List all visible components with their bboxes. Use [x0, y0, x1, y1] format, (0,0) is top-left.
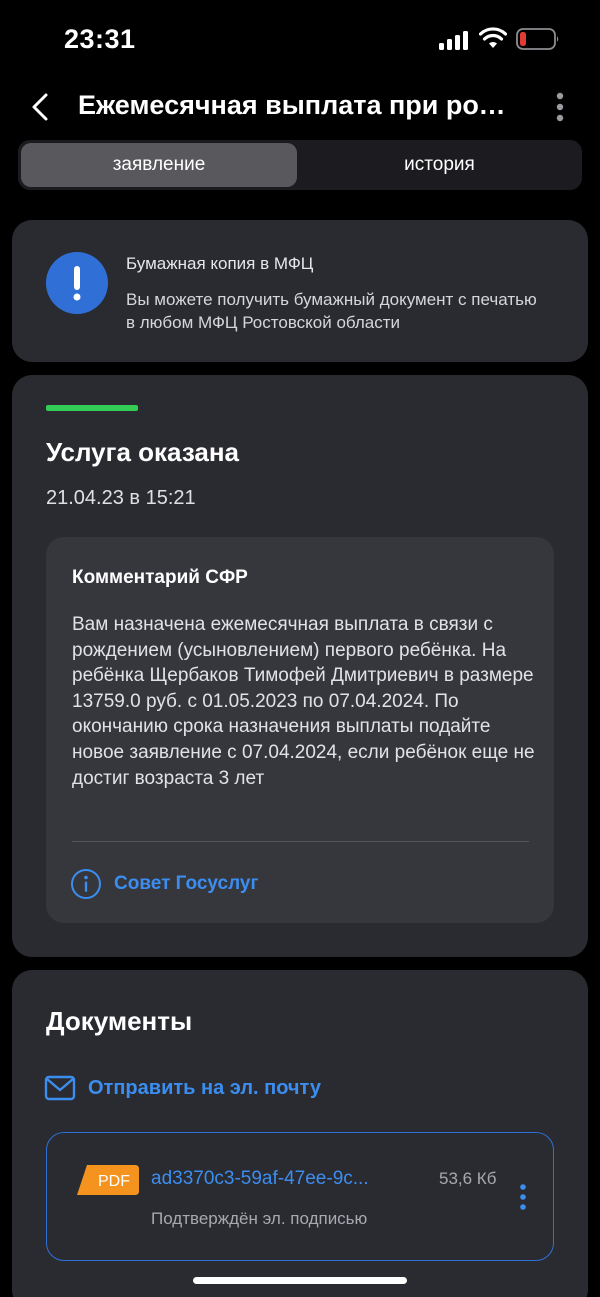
paper-copy-notice: Бумажная копия в МФЦ Вы можете получить … [12, 220, 588, 362]
tab-history[interactable]: история [300, 143, 579, 187]
segmented-tabs: заявление история [18, 140, 582, 190]
mail-icon [44, 1075, 76, 1101]
service-status-card: Услуга оказана 21.04.23 в 15:21 Коммента… [12, 375, 588, 957]
status-progress-line [46, 405, 138, 411]
tab-application[interactable]: заявление [21, 143, 297, 187]
sfr-comment-box: Комментарий СФР Вам назначена ежемесячна… [46, 537, 554, 923]
notice-text: Вы можете получить бумажный документ с п… [126, 290, 537, 332]
notice-title: Бумажная копия в МФЦ [126, 254, 314, 273]
divider [72, 841, 529, 842]
document-more-icon[interactable] [513, 1183, 533, 1211]
cellular-signal-icon [439, 30, 469, 50]
document-size: 53,6 Кб [439, 1169, 497, 1188]
documents-card: Документы Отправить на эл. почту PDF ad3… [12, 970, 588, 1297]
status-title: Услуга оказана [46, 437, 240, 467]
document-name[interactable]: ad3370c3-59af-47ee-9c... [151, 1168, 421, 1190]
page-title: Ежемесячная выплата при рождении ребёнка [78, 90, 518, 120]
pdf-badge-text: PDF [98, 1173, 130, 1190]
top-app-bar: Ежемесячная выплата при рождении ребёнка [0, 80, 600, 136]
send-email-label: Отправить на эл. почту [88, 1076, 321, 1099]
send-email-link[interactable]: Отправить на эл. почту [44, 1072, 321, 1104]
status-time: 23:31 [64, 24, 136, 54]
document-item[interactable]: PDF ad3370c3-59af-47ee-9c... 53,6 Кб Под… [46, 1132, 554, 1261]
info-icon [71, 869, 101, 899]
advice-link-label: Совет Госуслуг [114, 873, 259, 894]
gosuslugi-advice-link[interactable]: Совет Госуслуг [70, 867, 258, 901]
comment-title: Комментарий СФР [72, 567, 248, 588]
exclamation-icon [46, 252, 108, 314]
chevron-left-icon[interactable] [26, 90, 56, 124]
document-signature-status: Подтверждён эл. подписью [151, 1209, 368, 1228]
documents-title: Документы [46, 1006, 193, 1036]
status-bar: 23:31 [0, 0, 600, 80]
more-vertical-icon[interactable] [548, 90, 572, 124]
status-date: 21.04.23 в 15:21 [46, 487, 196, 509]
home-indicator [193, 1277, 407, 1284]
pdf-file-icon: PDF [77, 1165, 139, 1195]
wifi-icon [479, 27, 507, 48]
battery-low-icon [516, 28, 559, 50]
comment-text: Вам назначена ежемесячная выплата в связ… [72, 614, 535, 789]
screen: 23:31 Ежемесячная выплата при рождении р… [0, 0, 600, 1297]
